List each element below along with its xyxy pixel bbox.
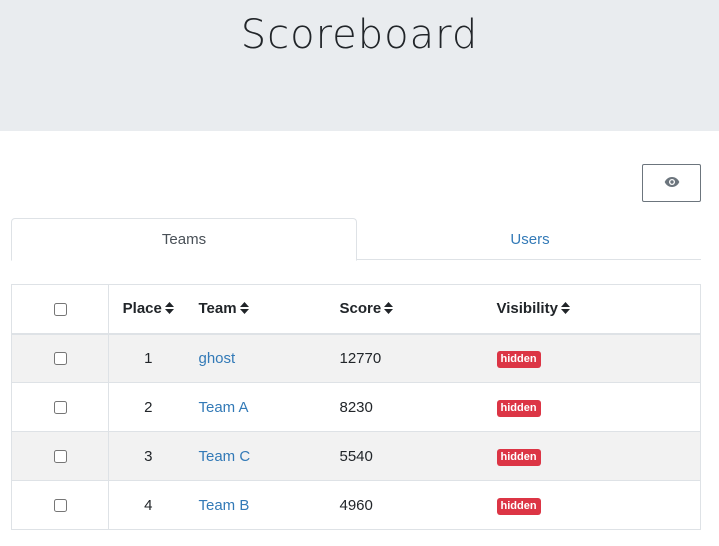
- visibility-cell: hidden: [496, 382, 701, 432]
- tab-teams[interactable]: Teams: [11, 218, 357, 261]
- row-checkbox[interactable]: [53, 352, 67, 366]
- score-cell: 12770: [339, 333, 497, 383]
- team-link[interactable]: Team A: [199, 399, 249, 416]
- table-row: 4 Team B 4960 hidden: [11, 480, 701, 530]
- scoreboard-tabs: Teams Users: [11, 218, 703, 261]
- team-cell: Team A: [187, 382, 340, 432]
- team-cell: ghost: [187, 333, 340, 383]
- team-cell: Team B: [187, 480, 340, 530]
- visibility-cell: hidden: [496, 480, 701, 530]
- eye-icon: [664, 176, 680, 191]
- visibility-cell: hidden: [496, 431, 701, 481]
- table-header-row: Place Team Score Visibility: [11, 284, 701, 335]
- row-select-cell: [11, 333, 109, 383]
- column-header-label: Team: [198, 299, 237, 317]
- team-link[interactable]: Team B: [199, 497, 250, 514]
- table-row: 2 Team A 8230 hidden: [11, 382, 701, 432]
- select-all-cell: [11, 284, 109, 335]
- column-header-label: Score: [339, 299, 382, 317]
- row-checkbox[interactable]: [53, 450, 67, 464]
- column-header-place[interactable]: Place: [108, 284, 188, 335]
- team-cell: Team C: [187, 431, 340, 481]
- place-cell: 2: [108, 382, 188, 432]
- team-link[interactable]: Team C: [199, 448, 251, 465]
- column-header-label: Place: [122, 299, 162, 317]
- score-cell: 5540: [339, 431, 497, 481]
- row-checkbox[interactable]: [53, 499, 67, 513]
- toggle-visibility-button[interactable]: [642, 164, 701, 202]
- row-select-cell: [11, 431, 109, 481]
- column-header-visibility[interactable]: Visibility: [496, 284, 701, 335]
- sort-icon: [384, 301, 394, 318]
- column-header-team[interactable]: Team: [187, 284, 340, 335]
- page-header: Scoreboard: [0, 0, 719, 131]
- hidden-badge: hidden: [496, 399, 541, 417]
- hidden-badge: hidden: [496, 350, 541, 368]
- score-cell: 4960: [339, 480, 497, 530]
- row-checkbox[interactable]: [53, 401, 67, 415]
- place-cell: 4: [108, 480, 188, 530]
- hidden-badge: hidden: [496, 448, 541, 466]
- column-header-label: Visibility: [496, 299, 558, 317]
- sort-icon: [560, 301, 570, 318]
- visibility-cell: hidden: [496, 333, 701, 383]
- select-all-checkbox[interactable]: [53, 302, 67, 316]
- column-header-score[interactable]: Score: [339, 284, 497, 335]
- row-select-cell: [11, 382, 109, 432]
- sort-icon: [164, 301, 174, 318]
- scoreboard-table: Place Team Score Visibility 1 ghost 1277…: [11, 284, 701, 530]
- table-row: 1 ghost 12770 hidden: [11, 333, 701, 383]
- team-link[interactable]: ghost: [199, 350, 236, 367]
- row-select-cell: [11, 480, 109, 530]
- score-cell: 8230: [339, 382, 497, 432]
- sort-icon: [239, 301, 249, 318]
- hidden-badge: hidden: [496, 497, 541, 515]
- page-title: Scoreboard: [240, 12, 479, 58]
- place-cell: 1: [108, 333, 188, 383]
- table-row: 3 Team C 5540 hidden: [11, 431, 701, 481]
- place-cell: 3: [108, 431, 188, 481]
- tab-users[interactable]: Users: [357, 218, 703, 260]
